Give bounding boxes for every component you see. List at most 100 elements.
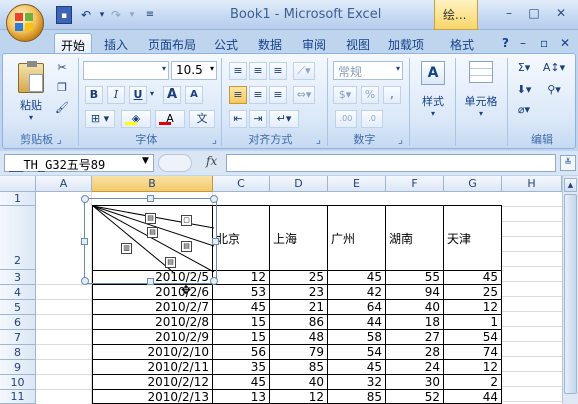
value-cell[interactable]: 52 [386, 390, 444, 404]
value-cell[interactable]: 48 [270, 330, 328, 345]
font-name-select[interactable]: ▾ [83, 61, 169, 80]
value-cell[interactable]: 45 [213, 375, 270, 390]
header-cell[interactable]: 湖南 [386, 205, 444, 271]
value-cell[interactable]: 12 [270, 390, 328, 404]
tab-addins[interactable]: 加载项 [382, 33, 430, 54]
underline-dropdown-icon[interactable]: ▾ [147, 86, 157, 104]
resize-handle[interactable] [147, 195, 154, 202]
date-cell[interactable]: 2010/2/12 [92, 375, 213, 390]
text-box-object[interactable]: ▤ [181, 241, 192, 252]
font-size-select[interactable]: 10.5 ▾ [171, 61, 217, 80]
format-painter-icon[interactable]: 🖌 [53, 100, 71, 118]
borders-button[interactable]: ⊞ ▾ [85, 110, 115, 128]
value-cell[interactable]: 32 [328, 375, 386, 390]
value-cell[interactable]: 30 [386, 375, 444, 390]
value-cell[interactable]: 18 [386, 315, 444, 330]
value-cell[interactable]: 24 [386, 360, 444, 375]
column-header-c[interactable]: C [213, 176, 270, 192]
column-header-d[interactable]: D [270, 176, 328, 192]
date-cell[interactable]: 2010/2/10 [92, 345, 213, 360]
tab-data[interactable]: 数据 [252, 33, 288, 54]
value-cell[interactable]: 55 [386, 270, 444, 285]
row-header[interactable]: 2 [0, 206, 36, 270]
date-cell[interactable]: 2010/2/9 [92, 330, 213, 345]
value-cell[interactable]: 12 [444, 300, 502, 315]
sort-filter-icon[interactable]: A↕▾ [539, 60, 569, 78]
header-cell[interactable]: 上海 [270, 205, 328, 271]
date-cell[interactable]: 2010/2/13 [92, 390, 213, 404]
align-middle-button[interactable]: ≡ [249, 62, 267, 80]
percent-style-button[interactable]: % [361, 86, 379, 104]
clear-icon[interactable]: ⌀▾ [511, 102, 537, 120]
contextual-drawing-tab[interactable]: 绘... [434, 0, 478, 30]
align-left-button[interactable]: ≡ [229, 86, 247, 104]
value-cell[interactable]: 45 [213, 300, 270, 315]
value-cell[interactable]: 45 [444, 270, 502, 285]
decrease-indent-button[interactable]: ⇤ [229, 110, 247, 128]
value-cell[interactable]: 85 [270, 360, 328, 375]
phonetic-guide-button[interactable]: 文 [189, 110, 215, 128]
tab-home[interactable]: 开始 [54, 33, 93, 54]
value-cell[interactable]: 35 [213, 360, 270, 375]
scroll-thumb[interactable] [564, 194, 577, 394]
select-all-corner[interactable] [0, 176, 36, 192]
font-color-button[interactable]: A [155, 110, 185, 128]
fill-icon[interactable]: ⬇▾ [511, 82, 537, 100]
value-cell[interactable]: 74 [444, 345, 502, 360]
text-box-object[interactable]: ▤ [165, 257, 176, 268]
value-cell[interactable]: 27 [386, 330, 444, 345]
tab-format[interactable]: 格式 [444, 33, 480, 54]
text-box-object[interactable]: ▤ [145, 213, 156, 224]
grow-font-button[interactable]: A [163, 86, 181, 104]
minimize-icon[interactable]: – [500, 5, 518, 21]
find-select-icon[interactable]: ⚲▾ [539, 82, 569, 100]
header-cell[interactable]: 天津 [444, 205, 502, 271]
resize-handle[interactable] [81, 195, 89, 203]
date-cell[interactable]: 2010/2/8 [92, 315, 213, 330]
value-cell[interactable]: 44 [328, 315, 386, 330]
comma-style-button[interactable]: , [383, 86, 401, 104]
date-cell[interactable]: 2010/2/7 [92, 300, 213, 315]
resize-handle[interactable] [212, 238, 219, 245]
resize-handle[interactable] [210, 195, 218, 203]
value-cell[interactable]: 54 [328, 345, 386, 360]
resize-handle[interactable] [210, 277, 218, 285]
value-cell[interactable]: 25 [444, 285, 502, 300]
paste-button[interactable]: 粘贴 ▾ [11, 60, 51, 124]
value-cell[interactable]: 40 [386, 300, 444, 315]
date-cell[interactable]: 2010/2/6 [92, 285, 213, 300]
value-cell[interactable]: 21 [270, 300, 328, 315]
row-header[interactable]: 5 [0, 300, 36, 315]
worksheet-grid[interactable]: A B C D E F G H 1 2 3 4 5 6 7 8 9 10 11 … [0, 176, 562, 404]
merge-center-button[interactable]: ⇔▾ [293, 86, 315, 104]
tab-view[interactable]: 视图 [340, 33, 376, 54]
ribbon-minimize-icon[interactable]: – [514, 33, 532, 54]
expand-formula-bar-icon[interactable]: ≚ [560, 155, 576, 171]
insert-function-icon[interactable]: fx [206, 154, 217, 168]
tab-insert[interactable]: 插入 [98, 33, 134, 54]
tab-page-layout[interactable]: 页面布局 [142, 33, 202, 54]
column-header-e[interactable]: E [328, 176, 386, 192]
value-cell[interactable]: 94 [386, 285, 444, 300]
value-cell[interactable]: 56 [213, 345, 270, 360]
text-box-object[interactable]: ▢ [181, 215, 192, 226]
fill-color-button[interactable]: ◈ [121, 110, 151, 128]
tab-formulas[interactable]: 公式 [208, 33, 244, 54]
align-center-button[interactable]: ≡ [249, 86, 267, 104]
value-cell[interactable]: 28 [386, 345, 444, 360]
ribbon-close-icon[interactable]: ✕ [554, 33, 576, 54]
value-cell[interactable]: 25 [270, 270, 328, 285]
text-box-object[interactable]: ▥ [121, 243, 132, 254]
column-header-g[interactable]: G [444, 176, 502, 192]
value-cell[interactable]: 12 [444, 360, 502, 375]
value-cell[interactable]: 12 [213, 270, 270, 285]
value-cell[interactable]: 54 [444, 330, 502, 345]
wrap-text-button[interactable]: ↵▾ [269, 110, 299, 128]
text-box-object[interactable]: ▤ [147, 227, 158, 238]
header-cell[interactable]: 广州 [328, 205, 386, 271]
tab-review[interactable]: 审阅 [296, 33, 332, 54]
value-cell[interactable]: 2 [444, 375, 502, 390]
column-header-a[interactable]: A [36, 176, 92, 192]
save-icon[interactable]: ▪ [56, 6, 72, 24]
row-header[interactable]: 3 [0, 270, 36, 285]
